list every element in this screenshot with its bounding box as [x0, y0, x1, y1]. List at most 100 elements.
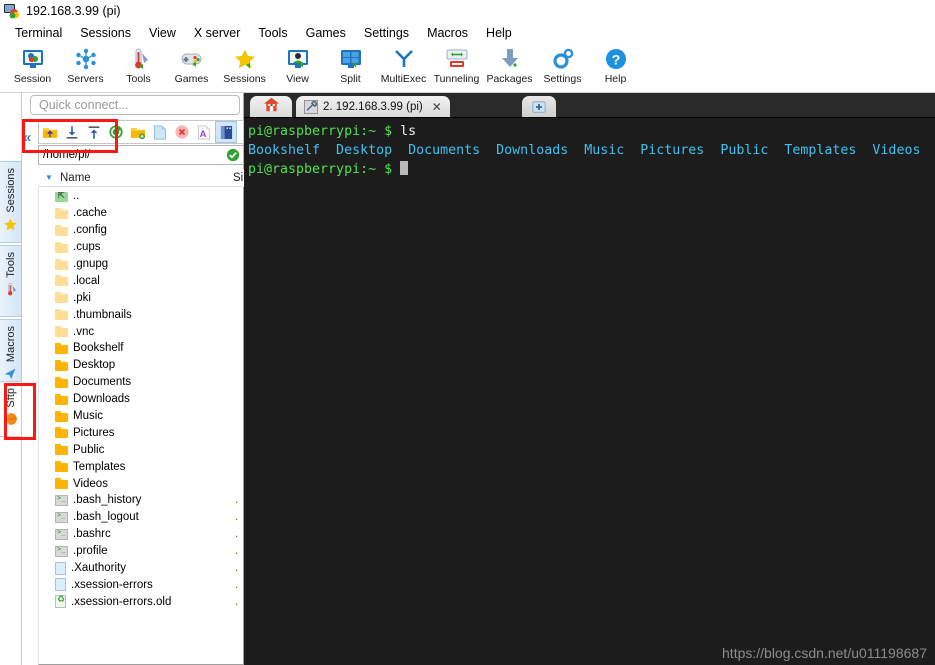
file-list-item[interactable]: .Xauthority. — [39, 560, 243, 577]
file-list-item[interactable]: .gnupg — [39, 256, 243, 273]
file-list-item[interactable]: .xsession-errors. — [39, 576, 243, 593]
recycle-file-icon — [55, 594, 66, 609]
folder-icon — [55, 376, 68, 388]
file-list-item[interactable]: Desktop — [39, 357, 243, 374]
file-list-item[interactable]: .bash_history. — [39, 492, 243, 509]
file-name: .Xauthority — [71, 562, 126, 575]
menu-view[interactable]: View — [140, 24, 185, 42]
ribbon-help-button[interactable]: ? Help — [589, 44, 642, 85]
ribbon-toolbar: Session Servers Tools Games Sessions Vie… — [0, 44, 935, 93]
parent-directory-button[interactable] — [39, 121, 61, 143]
sftp-path-value: /home/pi/ — [43, 149, 91, 161]
folder-up-icon: ⇱ — [55, 190, 68, 203]
new-file-button[interactable] — [149, 121, 171, 143]
menu-settings[interactable]: Settings — [355, 24, 418, 42]
menu-tools[interactable]: Tools — [249, 24, 296, 42]
file-list-item[interactable]: Music — [39, 408, 243, 425]
file-list-item[interactable]: .xsession-errors.old. — [39, 593, 243, 610]
file-size: . — [235, 494, 239, 507]
ribbon-label: Games — [174, 73, 209, 85]
home-tab[interactable] — [250, 96, 292, 117]
sidebar-item-label: Macros — [4, 326, 17, 363]
file-list[interactable]: ⇱.. .cache .config .cups .gnupg .local .pki .th… — [38, 188, 244, 622]
sidebar-item-sftp[interactable]: Sftp — [0, 381, 22, 437]
folder-icon — [55, 393, 68, 405]
menu-macros[interactable]: Macros — [418, 24, 477, 42]
folder-dim-icon — [55, 258, 68, 270]
terminal-screen[interactable]: pi@raspberrypi:~ $ ls Bookshelf Desktop D… — [244, 119, 935, 665]
file-list-item[interactable]: .thumbnails — [39, 306, 243, 323]
sort-ascending-icon[interactable]: ▼ — [38, 173, 60, 182]
add-tab-button[interactable] — [522, 96, 556, 117]
folder-icon — [55, 444, 68, 456]
file-list-item[interactable]: .cache — [39, 205, 243, 222]
file-list-item[interactable]: .pki — [39, 289, 243, 306]
add-tab-icon — [532, 100, 546, 114]
new-folder-button[interactable] — [127, 121, 149, 143]
terminal-text: $ — [384, 162, 401, 177]
tunneling-icon — [445, 46, 469, 72]
file-list-item[interactable]: .bash_logout. — [39, 509, 243, 526]
file-list-item[interactable]: .local — [39, 272, 243, 289]
sidebar-item-tools[interactable]: Tools — [0, 245, 22, 317]
file-list-item[interactable]: .cups — [39, 239, 243, 256]
delete-button[interactable] — [171, 121, 193, 143]
sidebar-item-sessions[interactable]: Sessions — [0, 161, 22, 243]
refresh-button[interactable] — [105, 121, 127, 143]
wrench-icon — [304, 100, 318, 114]
rename-button[interactable]: A — [193, 121, 215, 143]
ribbon-settings-button[interactable]: Settings — [536, 44, 589, 85]
file-name: .cache — [73, 207, 107, 220]
column-header-size[interactable]: Size — [233, 172, 243, 184]
file-list-item[interactable]: Templates — [39, 458, 243, 475]
ribbon-label: Session — [13, 73, 52, 85]
file-list-item[interactable]: Public — [39, 441, 243, 458]
file-list-item[interactable]: .profile. — [39, 543, 243, 560]
upload-button[interactable] — [83, 121, 105, 143]
session-tab[interactable]: 2. 192.168.3.99 (pi) ✕ — [296, 96, 450, 117]
ribbon-tools-button[interactable]: Tools — [112, 44, 165, 85]
folder-icon — [55, 359, 68, 371]
collapse-panel-button[interactable]: « — [23, 129, 31, 146]
file-list-item[interactable]: ⇱.. — [39, 188, 243, 205]
column-header-name[interactable]: Name — [60, 172, 91, 184]
menu-sessions[interactable]: Sessions — [71, 24, 140, 42]
sftp-toolbar: A — [38, 120, 244, 144]
ribbon-sessions-button[interactable]: Sessions — [218, 44, 271, 85]
folder-icon — [55, 410, 68, 422]
file-list-item[interactable]: Bookshelf — [39, 340, 243, 357]
ribbon-packages-button[interactable]: Packages — [483, 44, 536, 85]
shell-file-icon — [55, 528, 68, 540]
file-size: . — [235, 578, 239, 591]
file-list-item[interactable]: Downloads — [39, 391, 243, 408]
ribbon-view-button[interactable]: View — [271, 44, 324, 85]
multiexec-fork-icon — [392, 46, 416, 72]
folder-dim-icon — [55, 292, 68, 304]
sftp-browser-panel: Quick connect... « A /home/pi/ ▼ Name Si… — [22, 93, 244, 665]
download-button[interactable] — [61, 121, 83, 143]
ribbon-split-button[interactable]: Split — [324, 44, 377, 85]
file-list-item[interactable]: .vnc — [39, 323, 243, 340]
close-icon[interactable]: ✕ — [432, 100, 442, 114]
file-list-item[interactable]: .bashrc. — [39, 526, 243, 543]
file-list-item[interactable]: Pictures — [39, 424, 243, 441]
menu-games[interactable]: Games — [297, 24, 355, 42]
file-list-item[interactable]: Videos — [39, 475, 243, 492]
ribbon-tunneling-button[interactable]: Tunneling — [430, 44, 483, 85]
folder-dim-icon — [55, 224, 68, 236]
ribbon-servers-button[interactable]: Servers — [59, 44, 112, 85]
quick-connect-input[interactable]: Quick connect... — [30, 95, 240, 115]
ribbon-label: Servers — [67, 73, 104, 85]
folder-icon — [55, 427, 68, 439]
ribbon-games-button[interactable]: Games — [165, 44, 218, 85]
ribbon-multiexec-button[interactable]: MultiExec — [377, 44, 430, 85]
sftp-path-input[interactable]: /home/pi/ — [38, 145, 244, 165]
follow-terminal-folder-button[interactable] — [215, 121, 237, 143]
file-list-item[interactable]: .config — [39, 222, 243, 239]
ribbon-session-button[interactable]: Session — [6, 44, 59, 85]
menu-help[interactable]: Help — [477, 24, 521, 42]
menu-terminal[interactable]: Terminal — [6, 24, 71, 42]
menu-x-server[interactable]: X server — [185, 24, 250, 42]
file-list-item[interactable]: Documents — [39, 374, 243, 391]
file-list-header: ▼ Name Size — [38, 169, 244, 187]
